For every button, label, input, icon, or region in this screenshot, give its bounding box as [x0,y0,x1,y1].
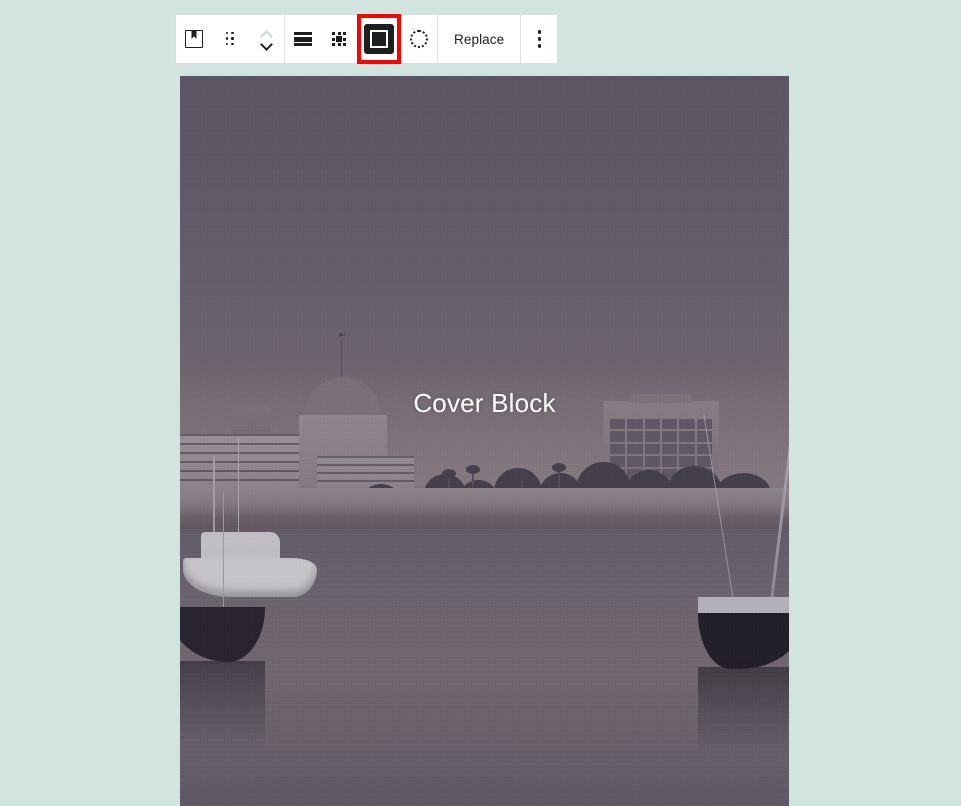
options-button[interactable] [521,15,557,63]
toolbar-group-block-formatting [285,14,438,64]
vertical-ellipsis-icon [537,30,541,48]
position-grid-icon [331,31,347,47]
drag-handle-button[interactable] [212,15,248,63]
align-button[interactable] [285,15,321,63]
toolbar-group-media-actions: Replace [438,15,522,63]
toolbar-group-more-options [521,15,557,63]
fullscreen-icon [364,24,394,54]
dotted-circle-icon [410,30,428,48]
move-up-down-button[interactable] [248,15,284,63]
chevron-up-icon[interactable] [261,31,271,37]
content-position-button[interactable] [321,15,357,63]
chevron-up-down-icon [257,24,275,54]
align-icon [294,32,312,46]
drag-handle-icon [225,31,235,47]
toolbar-group-block-type-and-move [176,15,285,63]
cover-block-icon-button[interactable] [176,15,212,63]
block-toolbar[interactable]: Replace [175,14,559,64]
replace-button[interactable]: Replace [438,15,520,63]
full-height-toggle-button[interactable] [357,14,401,64]
cover-block-icon [185,30,203,48]
chevron-down-icon[interactable] [261,42,271,48]
image-grain [180,76,789,806]
duotone-filter-button[interactable] [401,15,437,63]
cover-block[interactable]: Cover Block [180,76,789,806]
cover-background-image [180,76,789,806]
cover-block-title[interactable]: Cover Block [413,388,555,419]
